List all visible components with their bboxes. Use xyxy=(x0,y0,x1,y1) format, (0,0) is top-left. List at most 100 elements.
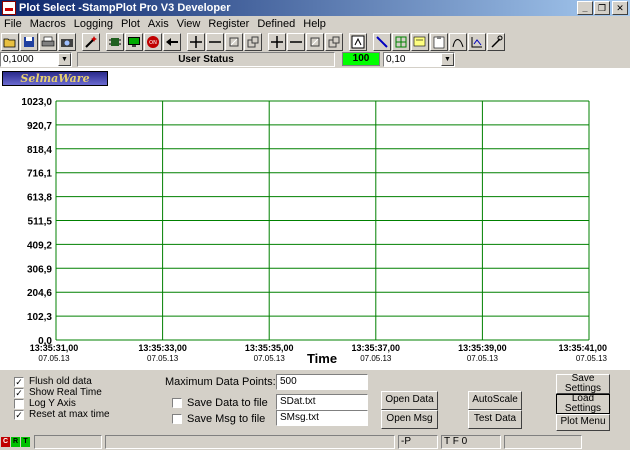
clipboard-icon[interactable] xyxy=(430,32,448,51)
max-points-label: Maximum Data Points: xyxy=(165,376,276,388)
chevron-down-icon[interactable]: ▼ xyxy=(58,52,71,66)
x-tick-date-label: 07.05.13 xyxy=(147,354,179,363)
save-data-file-input[interactable]: SDat.txt xyxy=(276,394,368,410)
checkbox-box[interactable]: ✓ xyxy=(14,376,24,387)
minus-y-icon[interactable] xyxy=(287,32,305,51)
secondary-value: 0,10 xyxy=(386,53,406,65)
checkbox-box[interactable] xyxy=(172,414,182,424)
box-icon[interactable] xyxy=(225,32,243,51)
box-y-icon[interactable] xyxy=(306,32,324,51)
menu-file[interactable]: File xyxy=(4,18,27,30)
plot-menu-button[interactable]: Plot Menu xyxy=(556,414,610,431)
status-row: 0,1000 ▼ User Status 100 0,10 ▼ xyxy=(0,51,630,67)
x-tick-date-label: 07.05.13 xyxy=(254,354,286,363)
app-icon[interactable] xyxy=(2,1,16,15)
open-msg-button[interactable]: Open Msg xyxy=(381,410,438,429)
checkbox-label: Flush old data xyxy=(29,376,92,387)
monitor-icon[interactable] xyxy=(125,32,143,51)
camera-icon[interactable] xyxy=(58,32,76,51)
open-data-button[interactable]: Open Data xyxy=(381,391,438,410)
led-t: T xyxy=(21,436,30,447)
checkbox-label: Log Y Axis xyxy=(29,398,76,409)
x-tick-date-label: 07.05.13 xyxy=(576,354,608,363)
autoscale-button[interactable]: AutoScale xyxy=(468,391,522,410)
boxes-y-icon[interactable] xyxy=(325,32,343,51)
save-msg-file-input[interactable]: SMsg.txt xyxy=(276,410,368,426)
checkbox-box[interactable] xyxy=(172,398,182,408)
pen-icon[interactable] xyxy=(373,32,391,51)
show-real-time-checkbox[interactable]: ✓ Show Real Time xyxy=(14,387,102,398)
x-tick-date-label: 07.05.13 xyxy=(38,354,70,363)
plus-x-icon[interactable] xyxy=(187,32,205,51)
time-chart[interactable]: 1023,0 920,7 818,4 716,1 613,8 511,5 409,2 306,… xyxy=(0,68,630,370)
menu-macros[interactable]: Macros xyxy=(30,18,71,30)
menu-help[interactable]: Help xyxy=(303,18,331,30)
checkbox-box[interactable]: ✓ xyxy=(14,387,24,398)
secondary-select[interactable]: 0,10 ▼ xyxy=(383,51,455,67)
y-tick-label: 920,7 xyxy=(27,121,52,132)
reset-at-max-time-checkbox[interactable]: ✓ Reset at max time xyxy=(14,409,110,420)
message-pane xyxy=(105,434,395,449)
note-icon[interactable] xyxy=(411,32,429,51)
flush-old-data-checkbox[interactable]: ✓ Flush old data xyxy=(14,376,92,387)
max-points-input[interactable]: 500 xyxy=(276,374,368,390)
magic-icon[interactable] xyxy=(487,32,505,51)
restore-button[interactable]: ❐ xyxy=(594,1,610,15)
back-arrow-icon[interactable] xyxy=(163,32,181,51)
menu-defined[interactable]: Defined xyxy=(257,18,300,30)
y-tick-label: 511,5 xyxy=(28,217,53,228)
y-tick-label: 409,2 xyxy=(27,240,52,251)
chip-icon[interactable] xyxy=(106,32,124,51)
close-button[interactable]: ✕ xyxy=(612,1,628,15)
x-tick-time-label: 13:35:33,00 xyxy=(138,343,187,353)
menu-register[interactable]: Register xyxy=(208,18,254,30)
minimize-button[interactable]: _ xyxy=(577,1,593,15)
record-icon[interactable]: ON xyxy=(144,32,162,51)
boxes-icon[interactable] xyxy=(244,32,262,51)
y-tick-label: 613,8 xyxy=(27,193,52,204)
grid-icon[interactable] xyxy=(392,32,410,51)
wand-icon[interactable] xyxy=(82,32,100,51)
log-y-axis-checkbox[interactable]: Log Y Axis xyxy=(14,398,76,409)
checkbox-label: Reset at max time xyxy=(29,409,110,420)
save-msg-checkbox[interactable]: Save Msg to file xyxy=(172,413,265,425)
control-panel: ✓ Flush old data ✓ Show Real Time Log Y … xyxy=(0,370,630,432)
y-tick-label: 306,9 xyxy=(27,264,52,275)
x-tick-time-label: 13:35:41,00 xyxy=(558,343,607,353)
open-icon[interactable] xyxy=(1,32,19,51)
chevron-down-icon[interactable]: ▼ xyxy=(441,52,454,66)
led-c: C xyxy=(1,436,10,447)
interval-value: 0,1000 xyxy=(3,53,34,65)
menu-axis[interactable]: Axis xyxy=(148,18,174,30)
zoom-icon[interactable] xyxy=(349,32,367,51)
progress-pane xyxy=(34,434,102,449)
menu-bar: File Macros Logging Plot Axis View Regis… xyxy=(0,16,630,32)
axis-icon[interactable] xyxy=(468,32,486,51)
save-data-checkbox[interactable]: Save Data to file xyxy=(172,397,268,409)
print-icon[interactable] xyxy=(39,32,57,51)
load-settings-button[interactable]: Load Settings xyxy=(556,393,610,414)
mode-pane: -P xyxy=(398,434,438,449)
checkbox-label: Save Msg to file xyxy=(187,413,266,425)
menu-view[interactable]: View xyxy=(177,18,206,30)
user-status-field: User Status xyxy=(77,51,335,67)
checkbox-label: Show Real Time xyxy=(29,387,102,398)
y-tick-label: 204,6 xyxy=(27,288,52,299)
y-tick-label: 716,1 xyxy=(27,169,52,180)
minus-x-icon[interactable] xyxy=(206,32,224,51)
extra-pane xyxy=(504,434,582,449)
checkbox-box[interactable]: ✓ xyxy=(14,409,24,420)
menu-plot[interactable]: Plot xyxy=(121,18,145,30)
interval-select[interactable]: 0,1000 ▼ xyxy=(0,51,72,67)
curve-icon[interactable] xyxy=(449,32,467,51)
y-tick-label: 818,4 xyxy=(27,145,52,156)
plus-y-icon[interactable] xyxy=(268,32,286,51)
test-data-button[interactable]: Test Data xyxy=(468,410,522,429)
checkbox-box[interactable] xyxy=(14,398,24,409)
save-icon[interactable] xyxy=(20,32,38,51)
window-controls: _ ❐ ✕ xyxy=(576,1,628,15)
save-settings-button[interactable]: Save Settings xyxy=(556,373,610,394)
menu-logging[interactable]: Logging xyxy=(74,18,118,30)
y-tick-label: 102,3 xyxy=(27,312,52,323)
led-r: R xyxy=(11,436,20,447)
